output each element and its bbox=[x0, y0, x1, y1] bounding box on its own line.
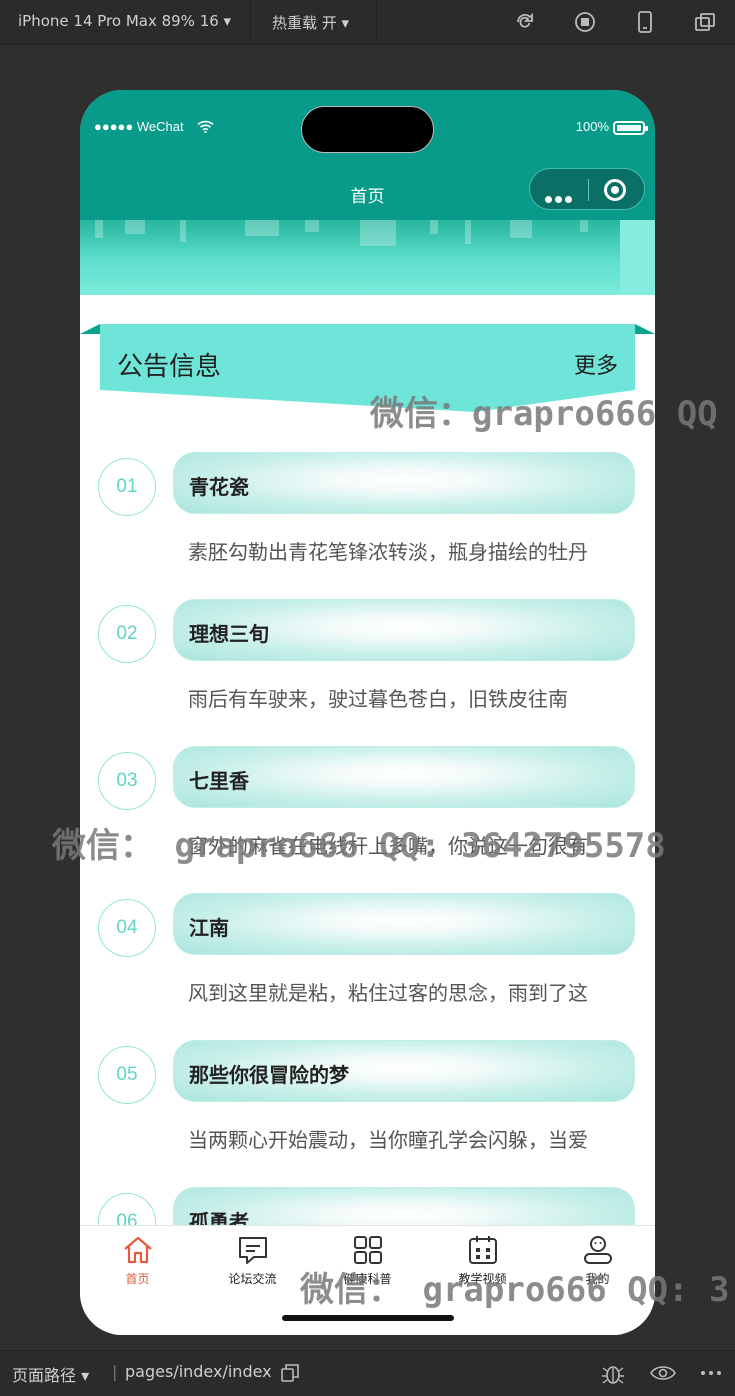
tab-label: 首页 bbox=[125, 1272, 150, 1286]
hot-reload-toggle[interactable]: 热重载 开 ▾ bbox=[272, 12, 349, 33]
item-number: 01 bbox=[98, 458, 156, 516]
bug-icon[interactable] bbox=[600, 1361, 626, 1387]
item-number: 03 bbox=[98, 752, 156, 810]
item-desc: 风到这里就是粘，粘住过客的思念，雨到了这 bbox=[188, 981, 588, 1005]
carrier-label: ●●●●● WeChat bbox=[94, 119, 184, 134]
item-title: 理想三旬 bbox=[189, 622, 269, 646]
more-options-icon[interactable] bbox=[700, 1370, 722, 1376]
device-selector[interactable]: iPhone 14 Pro Max 89% 16 ▾ bbox=[18, 12, 231, 30]
item-desc: 素胚勾勒出青花笔锋浓转淡，瓶身描绘的牡丹 bbox=[188, 540, 588, 564]
tab-label: 教学视频 bbox=[458, 1272, 507, 1286]
capsule-divider bbox=[588, 179, 589, 201]
list-item[interactable]: 04 江南 风到这里就是粘，粘住过客的思念，雨到了这 bbox=[80, 891, 655, 1038]
ribbon-fold-left bbox=[80, 324, 100, 334]
tab-label: 我的 bbox=[585, 1272, 610, 1286]
more-link[interactable]: 更多 bbox=[574, 348, 618, 380]
dynamic-island bbox=[301, 106, 434, 153]
item-number: 02 bbox=[98, 605, 156, 663]
home-indicator bbox=[282, 1315, 454, 1321]
grid-icon bbox=[353, 1236, 382, 1264]
item-title: 青花瓷 bbox=[189, 475, 249, 499]
tab-health[interactable]: 健康科普 bbox=[310, 1234, 425, 1294]
window-icon[interactable] bbox=[693, 10, 717, 34]
item-desc: 当两颗心开始震动，当你瞳孔学会闪躲，当爱 bbox=[188, 1128, 588, 1152]
close-miniprogram-icon[interactable] bbox=[604, 179, 626, 201]
notice-ribbon: 公告信息 更多 bbox=[100, 324, 635, 412]
banner-image bbox=[80, 220, 655, 295]
item-title: 那些你很冒险的梦 bbox=[189, 1063, 349, 1087]
menu-capsule bbox=[529, 168, 645, 210]
item-number: 04 bbox=[98, 899, 156, 957]
item-title: 七里香 bbox=[189, 769, 249, 793]
item-title: 江南 bbox=[189, 916, 229, 940]
item-desc: 雨后有车驶来，驶过暮色苍白，旧铁皮往南 bbox=[188, 687, 568, 711]
list-item[interactable]: 05 那些你很冒险的梦 当两颗心开始震动，当你瞳孔学会闪躲，当爱 bbox=[80, 1038, 655, 1185]
devtools-statusbar: 页面路径 ▾ | pages/index/index bbox=[0, 1350, 735, 1396]
list-item[interactable]: 03 七里香 窗外的麻雀在电线杆上多嘴，你说这一句很有 bbox=[80, 744, 655, 891]
wifi-icon bbox=[197, 120, 214, 133]
list-item[interactable]: 02 理想三旬 雨后有车驶来，驶过暮色苍白，旧铁皮往南 bbox=[80, 597, 655, 744]
toolbar-divider bbox=[376, 0, 377, 45]
item-title-pill[interactable]: 七里香 bbox=[173, 746, 635, 808]
more-icon[interactable] bbox=[545, 188, 575, 207]
item-number: 05 bbox=[98, 1046, 156, 1104]
chat-icon bbox=[238, 1237, 267, 1264]
list-item[interactable]: 01 青花瓷 素胚勾勒出青花笔锋浓转淡，瓶身描绘的牡丹 bbox=[80, 450, 655, 597]
notice-title: 公告信息 bbox=[117, 352, 222, 382]
stop-icon[interactable] bbox=[573, 10, 597, 34]
tab-label: 健康科普 bbox=[343, 1272, 392, 1286]
home-icon bbox=[123, 1236, 152, 1264]
battery-icon bbox=[613, 121, 645, 135]
page-path: pages/index/index bbox=[125, 1362, 272, 1381]
toolbar-divider bbox=[250, 0, 251, 45]
battery-tip bbox=[645, 126, 648, 131]
phone-simulator: ●●●●● WeChat 100% 首页 公告信息 更多 01 青花瓷 素胚勾勒… bbox=[80, 90, 655, 1335]
devtools-toolbar: iPhone 14 Pro Max 89% 16 ▾ 热重载 开 ▾ bbox=[0, 0, 735, 45]
item-title-pill[interactable]: 江南 bbox=[173, 893, 635, 955]
page-path-selector[interactable]: 页面路径 ▾ bbox=[12, 1362, 89, 1386]
item-title-pill[interactable]: 理想三旬 bbox=[173, 599, 635, 661]
phone-preview-icon[interactable] bbox=[633, 10, 657, 34]
ribbon-fold-right bbox=[635, 324, 655, 334]
item-title-pill[interactable]: 那些你很冒险的梦 bbox=[173, 1040, 635, 1102]
tab-videos[interactable]: 教学视频 bbox=[425, 1234, 540, 1294]
battery-label: 100% bbox=[575, 119, 609, 134]
copy-icon[interactable] bbox=[281, 1364, 299, 1382]
tab-forum[interactable]: 论坛交流 bbox=[195, 1234, 310, 1294]
notice-header: 公告信息 更多 bbox=[80, 324, 655, 420]
tab-label: 论坛交流 bbox=[228, 1272, 277, 1286]
item-title-pill[interactable]: 青花瓷 bbox=[173, 452, 635, 514]
calendar-icon bbox=[468, 1236, 497, 1264]
refresh-icon[interactable] bbox=[513, 10, 537, 34]
nav-bar: 首页 bbox=[80, 165, 655, 220]
tab-home[interactable]: 首页 bbox=[80, 1234, 195, 1294]
path-divider: | bbox=[112, 1362, 118, 1381]
eye-icon[interactable] bbox=[650, 1363, 676, 1383]
item-desc: 窗外的麻雀在电线杆上多嘴，你说这一句很有 bbox=[188, 834, 588, 858]
user-icon bbox=[583, 1236, 612, 1264]
tab-mine[interactable]: 我的 bbox=[540, 1234, 655, 1294]
